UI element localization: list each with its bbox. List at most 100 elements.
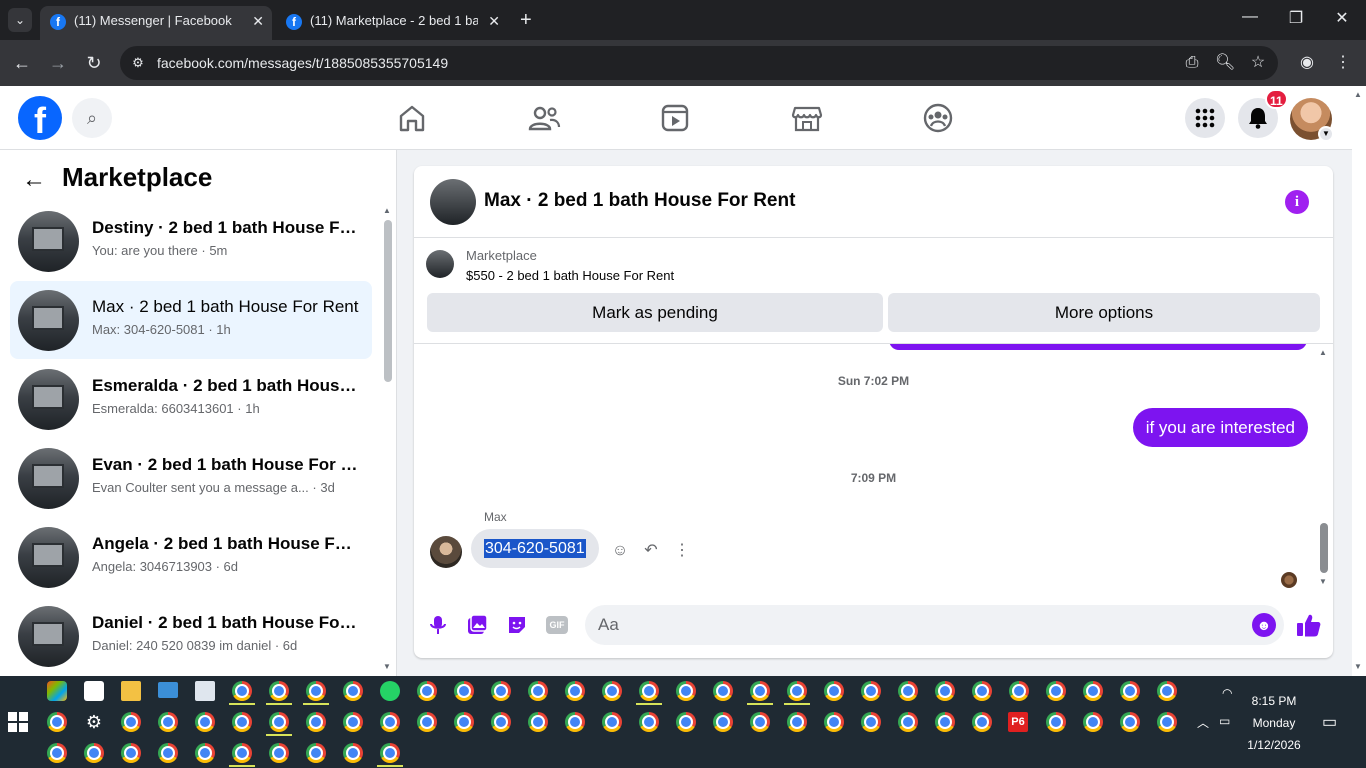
chrome-window-icon[interactable] xyxy=(935,681,955,701)
chrome-window-icon[interactable] xyxy=(269,681,289,701)
chrome-window-icon[interactable] xyxy=(343,681,363,701)
taskbar-clock[interactable]: 8:15 PM Monday 1/12/2026 xyxy=(1236,690,1312,756)
chrome-window-icon[interactable] xyxy=(343,712,363,732)
page-scrollbar[interactable]: ▲ ▼ xyxy=(1352,86,1366,676)
bookmark-star-icon[interactable]: ☆ xyxy=(1248,53,1268,73)
back-arrow-icon[interactable]: ← xyxy=(22,166,46,194)
chrome-window-icon[interactable] xyxy=(380,712,400,732)
chrome-window-icon[interactable] xyxy=(47,712,67,732)
keyboard-icon[interactable] xyxy=(158,682,178,698)
mark-as-pending-button[interactable]: Mark as pending xyxy=(427,293,883,332)
chrome-window-icon[interactable] xyxy=(898,681,918,701)
chrome-window-icon[interactable] xyxy=(306,712,326,732)
chrome-window-icon[interactable] xyxy=(935,712,955,732)
url-text[interactable]: facebook.com/messages/t/1885085355705149 xyxy=(157,46,448,80)
chrome-window-icon[interactable] xyxy=(565,681,585,701)
show-hidden-icons-chevron-up-icon[interactable]: ︿ xyxy=(1197,714,1209,731)
incoming-message-text[interactable]: 304-620-5081 xyxy=(484,539,586,558)
chrome-window-icon[interactable] xyxy=(121,743,141,763)
chrome-window-icon[interactable] xyxy=(1046,712,1066,732)
chrome-window-icon[interactable] xyxy=(1083,712,1103,732)
chrome-window-icon[interactable] xyxy=(269,712,289,732)
chat-title[interactable]: Max · 2 bed 1 bath House For Rent xyxy=(484,190,795,212)
page-scroll-up-icon[interactable]: ▲ xyxy=(1354,90,1362,99)
facebook-logo-icon[interactable]: f xyxy=(18,96,62,141)
chrome-window-icon[interactable] xyxy=(121,712,141,732)
chrome-window-icon[interactable] xyxy=(232,681,252,701)
p6-app-icon[interactable]: P6 xyxy=(1008,712,1028,732)
home-icon[interactable] xyxy=(392,102,432,134)
chrome-window-icon[interactable] xyxy=(491,712,511,732)
microphone-icon[interactable] xyxy=(427,614,449,636)
sticker-icon[interactable] xyxy=(506,614,528,636)
microsoft-store-icon[interactable] xyxy=(84,681,104,701)
listing-thumbnail[interactable] xyxy=(426,250,454,278)
browser-menu-icon[interactable]: ⋮ xyxy=(1332,52,1354,74)
chrome-window-icon[interactable] xyxy=(824,712,844,732)
chrome-window-icon[interactable] xyxy=(639,681,659,701)
notification-center-icon[interactable]: ▭ xyxy=(1322,712,1337,732)
chat-scroll-up-icon[interactable]: ▲ xyxy=(1319,348,1327,357)
copilot-icon[interactable] xyxy=(47,681,67,701)
install-app-icon[interactable]: ⎙ xyxy=(1182,53,1202,73)
more-actions-icon[interactable]: ⋮ xyxy=(671,540,693,562)
chrome-window-icon[interactable] xyxy=(750,681,770,701)
chrome-window-icon[interactable] xyxy=(565,712,585,732)
chrome-window-icon[interactable] xyxy=(676,681,696,701)
chrome-window-icon[interactable] xyxy=(824,681,844,701)
chrome-window-icon[interactable] xyxy=(898,712,918,732)
chrome-window-icon[interactable] xyxy=(528,681,548,701)
chrome-window-icon[interactable] xyxy=(750,712,770,732)
chrome-window-icon[interactable] xyxy=(787,712,807,732)
chrome-window-icon[interactable] xyxy=(1120,712,1140,732)
chrome-window-icon[interactable] xyxy=(417,681,437,701)
chrome-window-icon[interactable] xyxy=(861,712,881,732)
chat-scrollbar[interactable] xyxy=(1320,523,1328,573)
forward-icon[interactable]: → xyxy=(46,52,70,74)
chrome-window-icon[interactable] xyxy=(861,681,881,701)
chrome-window-icon[interactable] xyxy=(158,712,178,732)
gif-icon[interactable]: GIF xyxy=(546,616,568,634)
chrome-window-icon[interactable] xyxy=(1046,681,1066,701)
wifi-icon[interactable]: ◠ xyxy=(1222,686,1232,700)
chrome-window-icon[interactable] xyxy=(269,743,289,763)
info-icon[interactable]: i xyxy=(1285,190,1309,214)
tab-search-dropdown-icon[interactable]: ⌄ xyxy=(8,8,32,32)
chrome-window-icon[interactable] xyxy=(602,712,622,732)
search-icon[interactable]: ⌕ xyxy=(72,98,112,138)
incoming-message[interactable]: 304-620-5081 xyxy=(471,529,599,568)
page-scroll-down-icon[interactable]: ▼ xyxy=(1354,662,1362,671)
listing-title[interactable]: $550 - 2 bed 1 bath House For Rent xyxy=(466,268,674,283)
friends-icon[interactable] xyxy=(524,102,564,134)
scroll-down-arrow-icon[interactable]: ▼ xyxy=(383,662,391,671)
photo-icon[interactable] xyxy=(466,614,488,636)
chrome-window-icon[interactable] xyxy=(972,712,992,732)
chrome-window-icon[interactable] xyxy=(417,712,437,732)
conversation-item-esmeralda[interactable]: Esmeralda · 2 bed 1 bath House For Rent … xyxy=(10,360,372,438)
marketplace-icon[interactable] xyxy=(787,102,827,134)
more-options-button[interactable]: More options xyxy=(888,293,1320,332)
chrome-window-icon[interactable] xyxy=(158,743,178,763)
conversation-list-scrollbar[interactable] xyxy=(384,220,392,382)
conversation-item-angela[interactable]: Angela · 2 bed 1 bath House For Rent Ang… xyxy=(10,518,372,596)
tab-messenger[interactable]: f (11) Messenger | Facebook ✕ xyxy=(40,6,272,40)
chrome-window-icon[interactable] xyxy=(602,681,622,701)
chat-scroll-down-icon[interactable]: ▼ xyxy=(1319,577,1327,586)
chrome-window-icon[interactable] xyxy=(343,743,363,763)
chrome-window-icon[interactable] xyxy=(713,681,733,701)
groups-icon[interactable] xyxy=(918,102,958,134)
scroll-up-arrow-icon[interactable]: ▲ xyxy=(383,206,391,215)
close-tab-icon[interactable]: ✕ xyxy=(488,6,500,36)
chrome-window-icon[interactable] xyxy=(491,681,511,701)
restore-icon[interactable]: ❐ xyxy=(1284,8,1308,28)
reload-icon[interactable]: ↻ xyxy=(82,52,106,74)
close-window-icon[interactable]: ✕ xyxy=(1330,8,1354,28)
minimize-icon[interactable]: — xyxy=(1238,8,1262,26)
back-icon[interactable]: ← xyxy=(10,52,34,74)
close-tab-icon[interactable]: ✕ xyxy=(252,6,264,36)
chrome-window-icon[interactable] xyxy=(306,743,326,763)
video-icon[interactable] xyxy=(655,102,695,134)
message-input-wrapper[interactable]: ☻ xyxy=(585,605,1284,645)
conversation-item-max[interactable]: Max · 2 bed 1 bath House For Rent Max: 3… xyxy=(10,281,372,359)
conversation-item-daniel[interactable]: Daniel · 2 bed 1 bath House For Rent Dan… xyxy=(10,597,372,675)
